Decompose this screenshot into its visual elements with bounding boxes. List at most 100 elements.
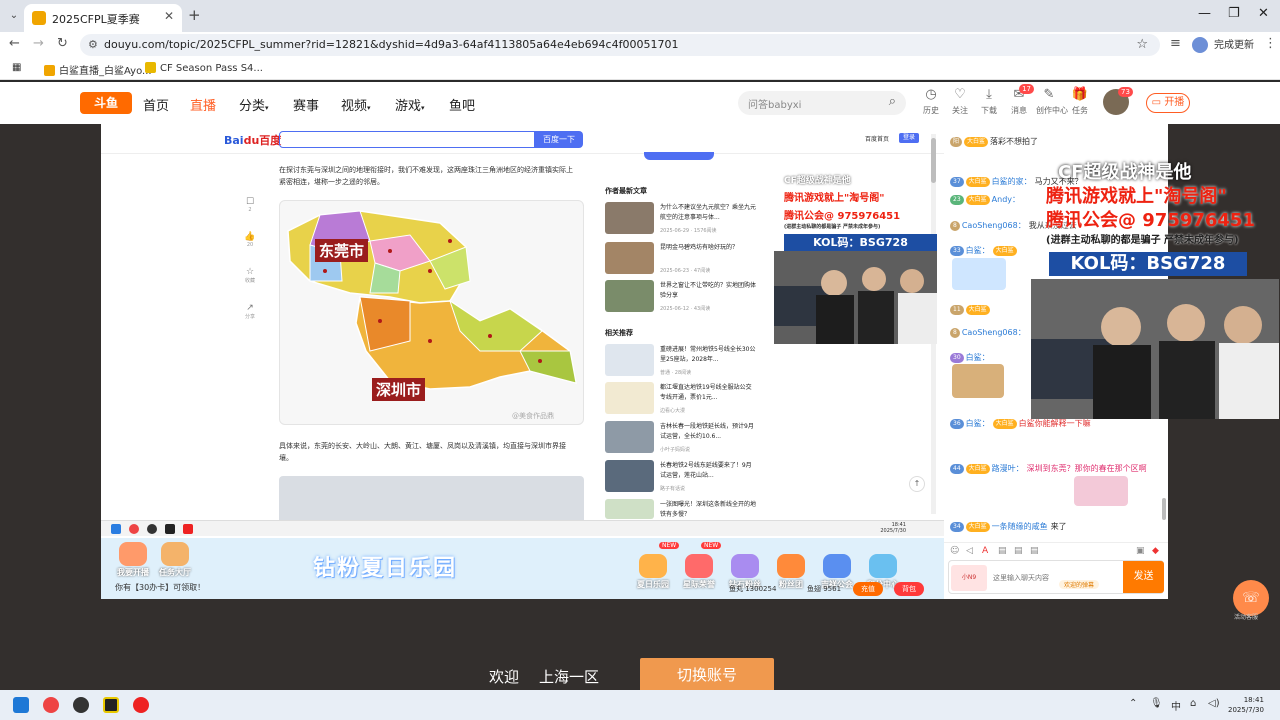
- emoji-icon[interactable]: ☺: [950, 546, 959, 556]
- tab-close-icon[interactable]: ✕: [164, 9, 174, 23]
- chat-username[interactable]: Andy：: [992, 195, 1020, 204]
- chat-username[interactable]: 白鲨：: [966, 353, 990, 362]
- customer-service-label: 活动客服: [1234, 614, 1259, 621]
- apps-grid-icon[interactable]: ▦: [12, 62, 21, 73]
- promo-button-label: 星际荣誉: [683, 580, 715, 589]
- maximize-icon[interactable]: ❐: [1228, 6, 1240, 21]
- ime-indicator[interactable]: 中: [1171, 698, 1181, 713]
- address-bar[interactable]: ⚙ douyu.com/topic/2025CFPL_summer?rid=12…: [80, 34, 1160, 56]
- microphone-icon[interactable]: 🎙: [1150, 698, 1163, 709]
- nav-home[interactable]: 首页: [143, 95, 169, 114]
- new-tab-icon[interactable]: +: [188, 6, 201, 24]
- task-hall-button[interactable]: 任务大厅: [153, 542, 197, 578]
- switch-account-button[interactable]: 切换账号: [640, 658, 774, 692]
- chat-scrollbar[interactable]: [1162, 498, 1166, 520]
- nav-fishbar[interactable]: 鱼吧: [449, 95, 475, 114]
- reload-icon[interactable]: ↻: [57, 36, 68, 51]
- filter-icon[interactable]: ▤: [998, 546, 1007, 556]
- promo-summer-button[interactable]: 夏日乐园: [631, 554, 675, 590]
- tray-expand-icon[interactable]: ⌃: [1129, 698, 1137, 709]
- nav-live[interactable]: 直播: [190, 95, 216, 114]
- chat-input-area: 小N9 欢迎的弹幕 发送: [948, 560, 1164, 594]
- nav-category[interactable]: 分类▾: [239, 95, 269, 114]
- volume-icon[interactable]: ◁): [1208, 698, 1220, 709]
- forward-icon[interactable]: →: [33, 36, 44, 51]
- taskbar-clock[interactable]: 18:41 2025/7/30: [1228, 695, 1264, 715]
- nav-games[interactable]: 游戏▾: [395, 95, 425, 114]
- broadcast-button[interactable]: ▭ 开播: [1146, 93, 1190, 113]
- search-icon[interactable]: ⌕: [889, 94, 896, 109]
- baidu-search-button: 百度一下: [535, 131, 583, 148]
- obs-icon[interactable]: [73, 697, 89, 713]
- header-task[interactable]: 🎁 任务: [1067, 87, 1093, 116]
- browser-menu-icon[interactable]: ⋮: [1264, 36, 1277, 51]
- profile-avatar[interactable]: [1192, 37, 1208, 53]
- header-label: 创作中心: [1036, 106, 1068, 115]
- charge-button[interactable]: 充值: [853, 582, 883, 596]
- bookmark-item[interactable]: 白鲨直播_白鲨Ayo...: [44, 62, 152, 77]
- promo-tip[interactable]: 你有【30办卡】可领取！: [115, 582, 205, 593]
- bookmark-star-icon[interactable]: ☆: [1136, 37, 1148, 52]
- stream-video[interactable]: Baidu百度 百度一下 百度首页 登录 ☐ 2 👍 20 ☆ 收藏 ↗ 分享 在探讨东…: [101, 124, 944, 599]
- ad-line: (进群主动私聊的都是骗子 严禁未成年参与): [784, 224, 881, 230]
- header-follow[interactable]: ♡ 关注: [947, 87, 973, 116]
- backpack-button[interactable]: 背包: [894, 582, 924, 596]
- welcome-barrage-pill[interactable]: 欢迎的弹幕: [1059, 580, 1100, 589]
- red-packet-icon[interactable]: ◆: [1152, 546, 1159, 556]
- header-message[interactable]: ✉ 消息 17: [1006, 84, 1034, 116]
- map-label-shenzhen: 深圳市: [372, 378, 426, 401]
- bookmark-favicon-icon: [44, 65, 55, 76]
- article-meta: 2025-06-23 · 47阅读: [660, 268, 711, 274]
- chat-username[interactable]: 白鲨的家：: [992, 177, 1032, 186]
- chrome-icon[interactable]: [43, 697, 59, 713]
- douyu-search[interactable]: 问答babyxi ⌕: [738, 91, 906, 115]
- chat-text: 落彩不想拍了: [990, 137, 1039, 146]
- caret-down-icon: ▾: [265, 104, 269, 112]
- nav-video[interactable]: 视频▾: [341, 95, 371, 114]
- send-button[interactable]: 发送: [1123, 561, 1164, 593]
- douyu-logo[interactable]: 斗鱼: [80, 92, 132, 114]
- app-icon[interactable]: [103, 697, 119, 713]
- tab-search-icon[interactable]: ⌄: [6, 8, 22, 24]
- minimize-icon[interactable]: —: [1198, 6, 1211, 21]
- chat-username[interactable]: 路漫叶：: [992, 464, 1024, 473]
- update-button[interactable]: 完成更新: [1214, 36, 1254, 51]
- user-level-badge: 73: [1118, 87, 1133, 97]
- browser-tab[interactable]: 2025CFPL夏季赛 ✕: [24, 4, 182, 32]
- back-icon[interactable]: ←: [9, 36, 20, 51]
- url-text[interactable]: douyu.com/topic/2025CFPL_summer?rid=1282…: [104, 38, 678, 51]
- volume-icon[interactable]: ◁: [966, 546, 973, 556]
- settings-icon[interactable]: ▣: [1136, 546, 1145, 556]
- chat-input[interactable]: [993, 566, 1119, 590]
- media-control-icon[interactable]: ≡: [1170, 36, 1181, 51]
- gift-list-icon[interactable]: ▤: [1014, 546, 1023, 556]
- chat-user-avatar: 小N9: [951, 565, 987, 591]
- windows-start-icon[interactable]: [13, 697, 29, 713]
- network-icon[interactable]: ⌂: [1190, 698, 1196, 709]
- chat-username[interactable]: 白鲨：: [966, 246, 990, 255]
- barrage-icon[interactable]: ▤: [1030, 546, 1039, 556]
- article-thumbnail: [605, 202, 654, 234]
- app-icon: [183, 524, 193, 534]
- chat-username[interactable]: CaoSheng068：: [962, 328, 1026, 337]
- nav-events[interactable]: 赛事: [293, 95, 319, 114]
- customer-service-icon[interactable]: ☏: [1233, 580, 1269, 616]
- back-to-top-icon: ↑: [909, 476, 925, 492]
- font-icon[interactable]: A: [982, 546, 988, 556]
- new-badge: NEW: [701, 542, 722, 549]
- header-download[interactable]: ⤓ 下载: [976, 87, 1002, 116]
- start-broadcast-button[interactable]: 我要开播: [111, 542, 155, 578]
- site-info-icon[interactable]: ⚙: [88, 38, 98, 51]
- app-icon: [165, 524, 175, 534]
- promo-star-button[interactable]: 星际荣誉: [677, 554, 721, 590]
- diamond-icon: [731, 554, 759, 578]
- related-article: 都江堰直达地铁19号线全服站公交专线开通，票价1元... 边看心大漫: [605, 382, 755, 416]
- netease-icon[interactable]: [133, 697, 149, 713]
- window-close-icon[interactable]: ✕: [1258, 6, 1269, 21]
- chat-username[interactable]: CaoSheng068：: [962, 221, 1026, 230]
- header-history[interactable]: ◷ 历史: [918, 87, 944, 116]
- chat-username[interactable]: 白鲨：: [966, 419, 990, 428]
- chat-username[interactable]: 一条随缘的咸鱼: [992, 522, 1048, 531]
- header-creator[interactable]: ✎ 创作中心: [1036, 87, 1068, 116]
- bookmark-item[interactable]: CF Season Pass S4...: [145, 62, 263, 74]
